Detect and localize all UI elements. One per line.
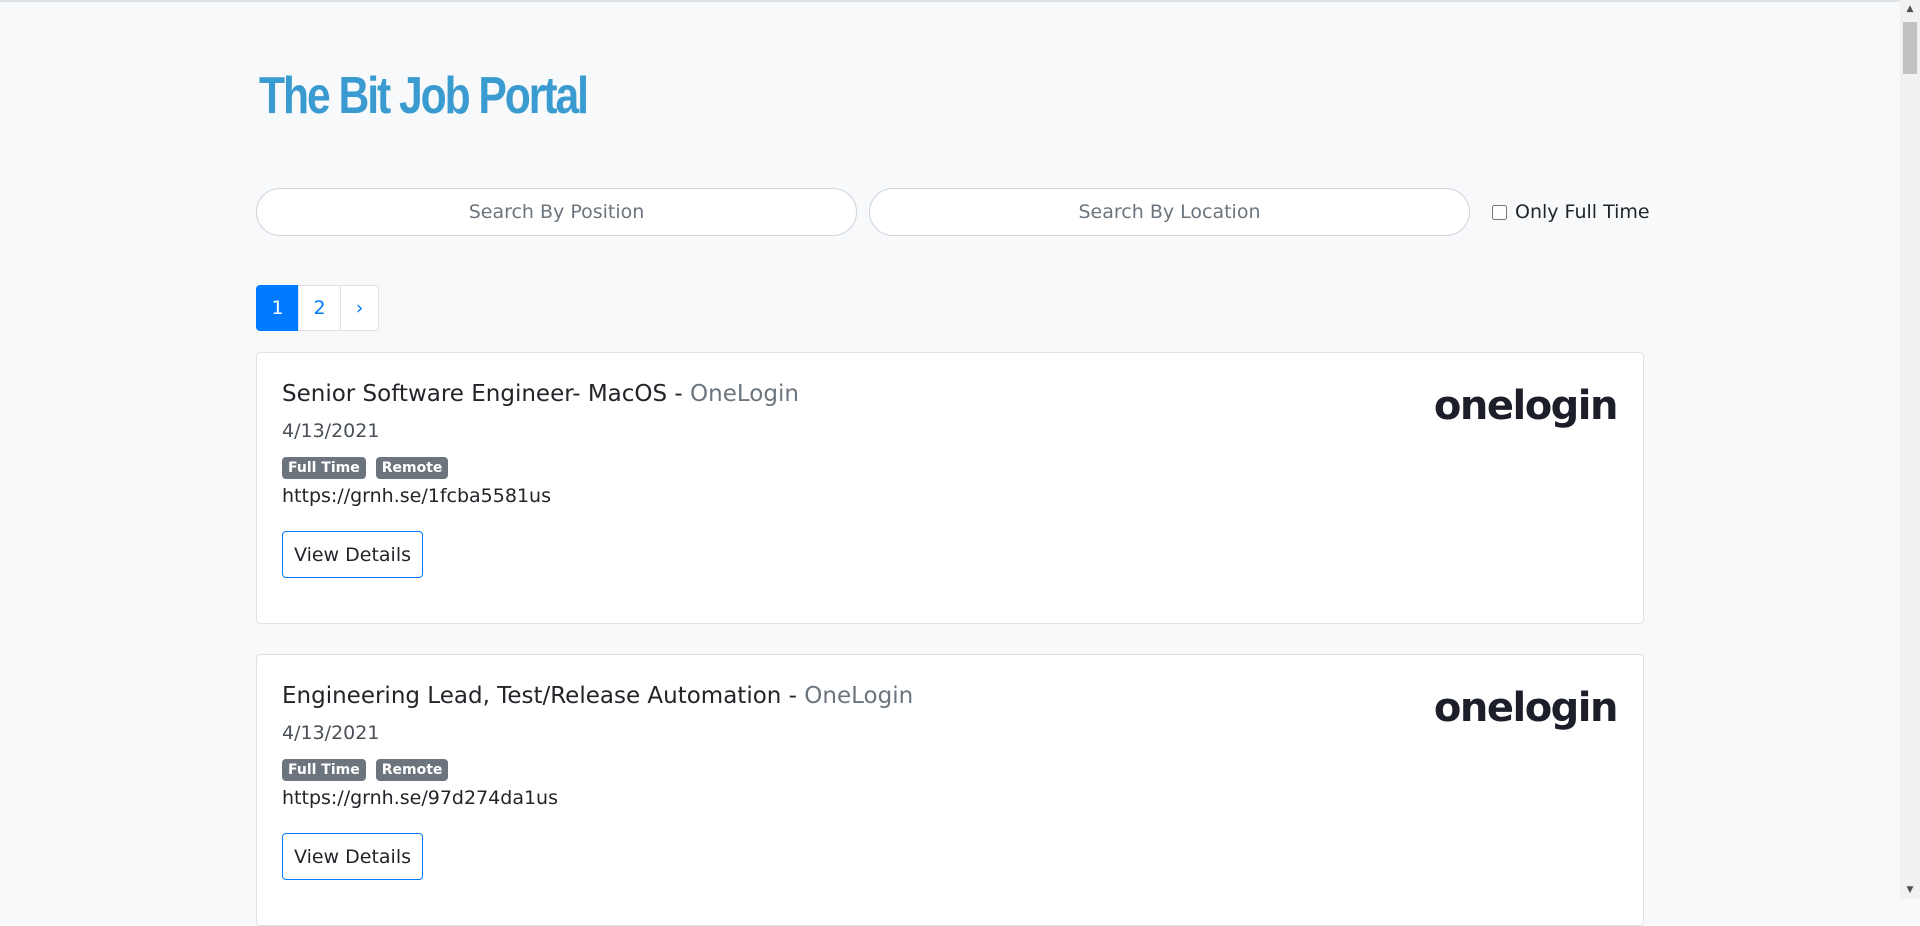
- search-bar: Only Full Time: [256, 188, 1650, 236]
- top-border: [0, 0, 1920, 2]
- page-1-button[interactable]: 1: [256, 285, 299, 331]
- job-title-text: Senior Software Engineer- MacOS: [282, 381, 668, 407]
- job-card: Senior Software Engineer- MacOS - OneLog…: [256, 352, 1644, 624]
- title-separator: -: [781, 683, 805, 709]
- search-location-input[interactable]: [869, 188, 1470, 236]
- full-time-badge: Full Time: [282, 759, 366, 781]
- page-title: The Bit Job Portal: [259, 67, 589, 125]
- job-badges: Full Time Remote: [282, 759, 449, 781]
- company-name: OneLogin: [690, 381, 799, 407]
- job-date: 4/13/2021: [282, 722, 380, 744]
- next-page-button[interactable]: ›: [340, 285, 379, 331]
- title-separator: -: [667, 381, 691, 407]
- company-name: OneLogin: [804, 683, 914, 709]
- page-2-button[interactable]: 2: [298, 285, 341, 331]
- scroll-up-arrow-icon[interactable]: ▲: [1900, 0, 1920, 17]
- job-card: Engineering Lead, Test/Release Automatio…: [256, 654, 1644, 926]
- job-date: 4/13/2021: [282, 420, 380, 442]
- job-title-text: Engineering Lead, Test/Release Automatio…: [282, 683, 782, 709]
- company-logo: onelogin: [1433, 685, 1619, 731]
- only-full-time-checkbox[interactable]: [1492, 204, 1507, 220]
- job-url: https://grnh.se/97d274da1us: [282, 787, 558, 809]
- only-full-time-label: Only Full Time: [1515, 201, 1650, 223]
- scroll-down-arrow-icon[interactable]: ▼: [1900, 881, 1920, 898]
- only-full-time-toggle[interactable]: Only Full Time: [1492, 199, 1650, 225]
- job-url: https://grnh.se/1fcba5581us: [282, 485, 551, 507]
- scrollbar-thumb[interactable]: [1903, 22, 1917, 74]
- job-title: Engineering Lead, Test/Release Automatio…: [282, 683, 913, 709]
- vertical-scrollbar[interactable]: ▲ ▼: [1900, 0, 1920, 898]
- view-details-button[interactable]: View Details: [282, 531, 423, 578]
- full-time-badge: Full Time: [282, 457, 366, 479]
- job-badges: Full Time Remote: [282, 457, 449, 479]
- remote-badge: Remote: [375, 457, 449, 479]
- remote-badge: Remote: [375, 759, 449, 781]
- company-logo: onelogin: [1433, 383, 1619, 429]
- job-title: Senior Software Engineer- MacOS - OneLog…: [282, 381, 799, 407]
- pagination: 1 2 ›: [256, 285, 379, 331]
- search-position-input[interactable]: [256, 188, 857, 236]
- view-details-button[interactable]: View Details: [282, 833, 423, 880]
